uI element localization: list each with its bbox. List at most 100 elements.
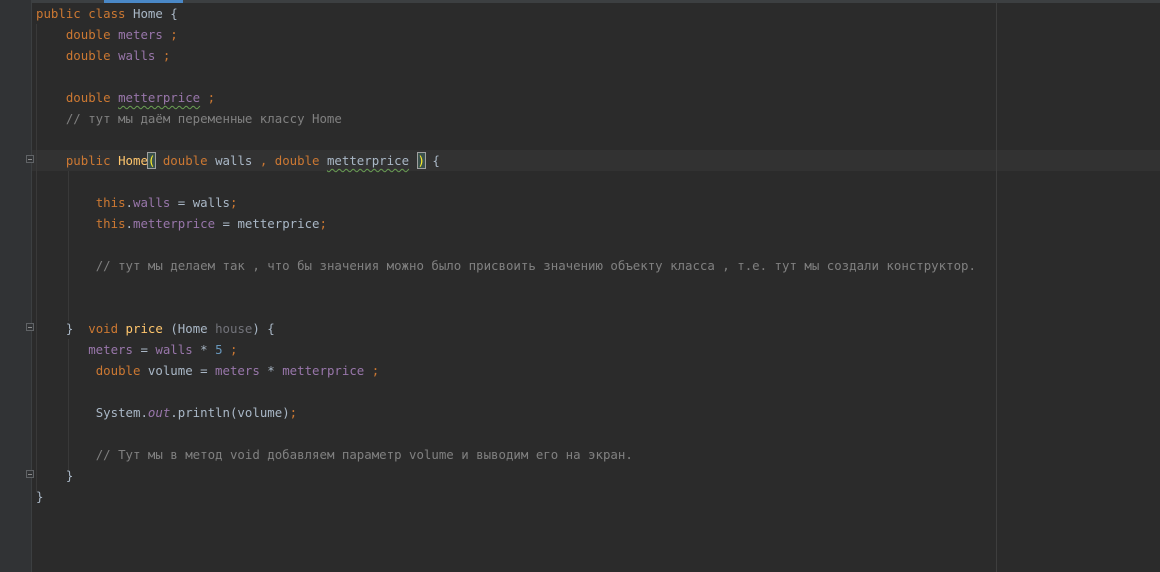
code-token: { xyxy=(424,153,440,168)
code-token: double xyxy=(95,363,148,378)
code-token: System. xyxy=(95,405,148,420)
code-line[interactable]: // Тут мы в метод void добавляем парамет… xyxy=(36,444,976,465)
code-token: 5 xyxy=(215,342,223,357)
code-token: walls xyxy=(215,153,260,168)
code-line[interactable]: double volume = meters * metterprice ; xyxy=(36,360,976,381)
code-token: . xyxy=(125,195,133,210)
code-token: ; xyxy=(364,363,380,378)
code-token: meters xyxy=(215,363,260,378)
code-line[interactable] xyxy=(36,423,976,444)
code-token: Home xyxy=(118,153,148,168)
code-line[interactable]: this.walls = walls; xyxy=(36,192,976,213)
code-token: volume = xyxy=(147,363,216,378)
fold-constructor-icon[interactable] xyxy=(26,155,34,163)
code-line[interactable] xyxy=(36,66,976,87)
code-token: public xyxy=(65,153,119,168)
code-token: ; xyxy=(230,195,238,210)
code-token: * xyxy=(259,363,283,378)
code-token: = metterprice xyxy=(215,216,320,231)
code-token: ) xyxy=(416,152,427,169)
code-token: this xyxy=(95,216,126,231)
code-line[interactable]: } xyxy=(36,465,976,486)
code-line[interactable] xyxy=(36,234,976,255)
code-token: meters xyxy=(118,27,163,42)
code-token: } xyxy=(65,321,89,336)
code-line[interactable]: public Home( double walls , double mette… xyxy=(36,150,976,171)
fold-end-icon[interactable] xyxy=(26,470,34,478)
code-token: * xyxy=(192,342,216,357)
code-token: .println(volume) xyxy=(170,405,290,420)
code-token: out xyxy=(147,405,171,420)
code-token: metterprice xyxy=(326,153,410,168)
code-line[interactable] xyxy=(36,276,976,297)
code-line[interactable]: this.metterprice = metterprice; xyxy=(36,213,976,234)
code-line[interactable] xyxy=(36,171,976,192)
code-token: ; xyxy=(155,48,171,63)
code-token: ; xyxy=(200,90,216,105)
code-token: walls xyxy=(155,342,193,357)
code-line[interactable] xyxy=(36,297,976,318)
code-line[interactable]: System.out.println(volume); xyxy=(36,402,976,423)
code-token: // тут мы делаем так , что бы значения м… xyxy=(95,258,976,273)
code-token: this xyxy=(95,195,126,210)
code-token: metterprice xyxy=(118,90,201,105)
code-token: meters xyxy=(88,342,133,357)
code-token: ; xyxy=(222,342,238,357)
code-line[interactable]: public class Home { xyxy=(36,3,976,24)
code-line[interactable]: meters = walls * 5 ; xyxy=(36,339,976,360)
code-token: double xyxy=(65,27,119,42)
code-token: void xyxy=(88,321,126,336)
code-line[interactable]: } xyxy=(36,486,976,507)
code-token: metterprice xyxy=(133,216,216,231)
code-token: double xyxy=(65,48,119,63)
code-token: house xyxy=(215,321,253,336)
code-token: . xyxy=(125,216,133,231)
code-token: ; xyxy=(162,27,178,42)
right-margin-guide xyxy=(996,3,997,572)
code-line[interactable] xyxy=(36,129,976,150)
code-token: Home { xyxy=(132,6,178,21)
code-token: } xyxy=(36,489,44,504)
code-line[interactable]: // тут мы даём переменные классу Home xyxy=(36,108,976,129)
code-token: price xyxy=(125,321,163,336)
code-token: = xyxy=(132,342,156,357)
code-token: ; xyxy=(289,405,298,420)
code-text-area[interactable]: public class Home { double meters ; doub… xyxy=(36,3,976,507)
code-token: (Home xyxy=(162,321,216,336)
code-token: // тут мы даём переменные классу Home xyxy=(65,111,342,126)
code-line[interactable]: } void price (Home house) { xyxy=(36,318,976,339)
code-token: double xyxy=(162,153,216,168)
editor-gutter[interactable] xyxy=(0,0,32,572)
code-token: walls xyxy=(133,195,171,210)
code-line[interactable]: double walls ; xyxy=(36,45,976,66)
code-token: = walls xyxy=(170,195,230,210)
code-editor[interactable]: public class Home { double meters ; doub… xyxy=(0,0,1160,572)
code-line[interactable]: // тут мы делаем так , что бы значения м… xyxy=(36,255,976,276)
code-token: ; xyxy=(319,216,327,231)
code-token: , double xyxy=(259,153,327,168)
code-token: } xyxy=(65,468,74,483)
code-token: // Тут мы в метод void добавляем парамет… xyxy=(95,447,633,462)
code-line[interactable]: double metterprice ; xyxy=(36,87,976,108)
code-line[interactable] xyxy=(36,381,976,402)
code-line[interactable]: double meters ; xyxy=(36,24,976,45)
fold-method-icon[interactable] xyxy=(26,323,34,331)
code-token: metterprice xyxy=(282,363,365,378)
code-token: double xyxy=(65,90,119,105)
